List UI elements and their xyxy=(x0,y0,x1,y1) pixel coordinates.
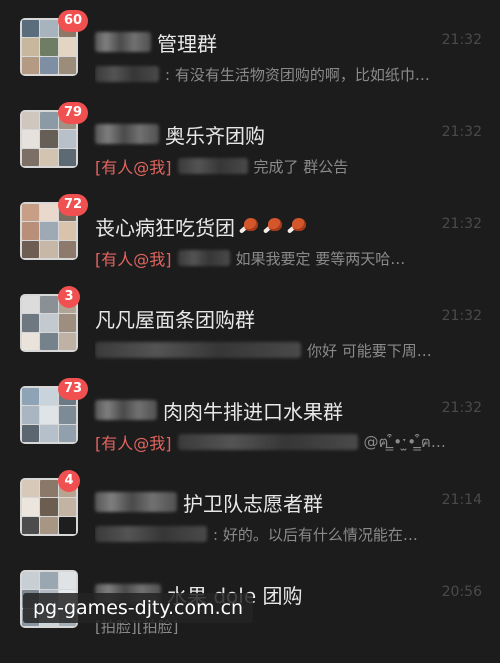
redacted-name-prefix xyxy=(95,32,151,52)
last-message: : 有没有生活物资团购的啊，比如纸巾… xyxy=(165,65,430,84)
redacted-sender xyxy=(177,158,248,174)
chat-name: 奥乐齐团购 xyxy=(165,123,265,148)
redacted-name-prefix xyxy=(95,124,159,144)
chat-item[interactable]: 73 肉肉牛排进口水果群 21:32 [有人@我] @ฅ ̳͒•ˑ̫• ̳͒ฅ… xyxy=(0,378,500,470)
chat-name: 凡凡屋面条团购群 xyxy=(95,307,255,332)
chat-time: 21:14 xyxy=(441,492,482,508)
redacted-sender xyxy=(177,434,358,450)
chat-time: 20:56 xyxy=(441,584,482,600)
unread-badge: 79 xyxy=(58,102,89,124)
meat-icon xyxy=(261,215,283,237)
last-message: : 好的。以后有什么情况能在… xyxy=(213,525,418,544)
last-message: 你好 可能要下周… xyxy=(307,341,432,360)
chat-time: 21:32 xyxy=(441,400,482,416)
redacted-sender xyxy=(95,526,207,542)
chat-name: 护卫队志愿者群 xyxy=(183,491,323,516)
meat-icon xyxy=(237,215,259,237)
chat-item[interactable]: 60 管理群 21:32 : 有没有生活物资团购的啊，比如纸巾… xyxy=(0,10,500,102)
watermark-label: pg-games-djty.com.cn xyxy=(23,593,254,623)
unread-badge: 4 xyxy=(58,470,80,492)
chat-item[interactable]: 72 丧心病狂吃货团 21:32 [有人@我] 如果我要定 要等两天哈… xyxy=(0,194,500,286)
mention-tag: [有人@我] xyxy=(95,158,172,177)
chat-item[interactable]: 79 奥乐齐团购 21:32 [有人@我] 完成了 群公告 xyxy=(0,102,500,194)
unread-badge: 72 xyxy=(58,194,89,216)
last-message: @ฅ ̳͒•ˑ̫• ̳͒ฅ… xyxy=(363,433,446,451)
redacted-sender xyxy=(95,342,301,358)
chat-name: 丧心病狂吃货团 xyxy=(95,215,235,240)
mention-tag: [有人@我] xyxy=(95,250,172,269)
redacted-sender xyxy=(177,250,230,266)
redacted-name-prefix xyxy=(95,400,157,420)
redacted-name-prefix xyxy=(95,492,177,512)
chat-time: 21:32 xyxy=(441,124,482,140)
last-message: 如果我要定 要等两天哈… xyxy=(235,249,406,268)
last-message: 完成了 群公告 xyxy=(253,157,349,176)
chat-item[interactable]: 4 护卫队志愿者群 21:14 : 好的。以后有什么情况能在… xyxy=(0,470,500,562)
mention-tag: [有人@我] xyxy=(95,434,172,453)
chat-name: 管理群 xyxy=(157,31,217,56)
chat-time: 21:32 xyxy=(441,32,482,48)
chat-list: 60 管理群 21:32 : 有没有生活物资团购的啊，比如纸巾… 79 奥乐齐团… xyxy=(0,0,500,663)
unread-badge: 60 xyxy=(58,10,89,32)
unread-badge: 3 xyxy=(58,286,80,308)
redacted-sender xyxy=(95,66,159,82)
chat-time: 21:32 xyxy=(441,308,482,324)
chat-name: 肉肉牛排进口水果群 xyxy=(163,399,343,424)
unread-badge: 73 xyxy=(58,378,89,400)
meat-icon xyxy=(285,215,307,237)
chat-item[interactable]: 3 凡凡屋面条团购群 21:32 你好 可能要下周… xyxy=(0,286,500,378)
chat-time: 21:32 xyxy=(441,216,482,232)
